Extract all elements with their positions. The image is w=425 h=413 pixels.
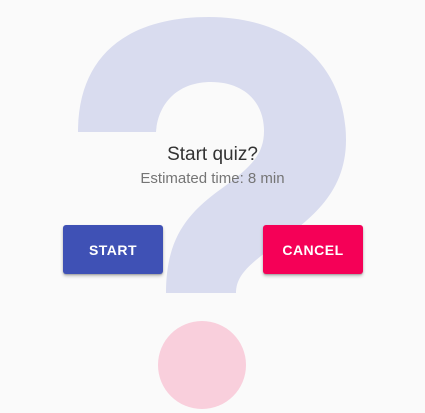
- estimated-time-text: Estimated time: 8 min: [140, 170, 285, 187]
- dialog-title: Start quiz?: [167, 144, 258, 165]
- quiz-start-dialog: Start quiz? Estimated time: 8 min START …: [0, 0, 425, 413]
- question-mark-dot: [158, 321, 246, 409]
- start-button[interactable]: START: [63, 225, 163, 274]
- cancel-button[interactable]: CANCEL: [263, 225, 363, 274]
- question-mark-icon: [78, 17, 346, 409]
